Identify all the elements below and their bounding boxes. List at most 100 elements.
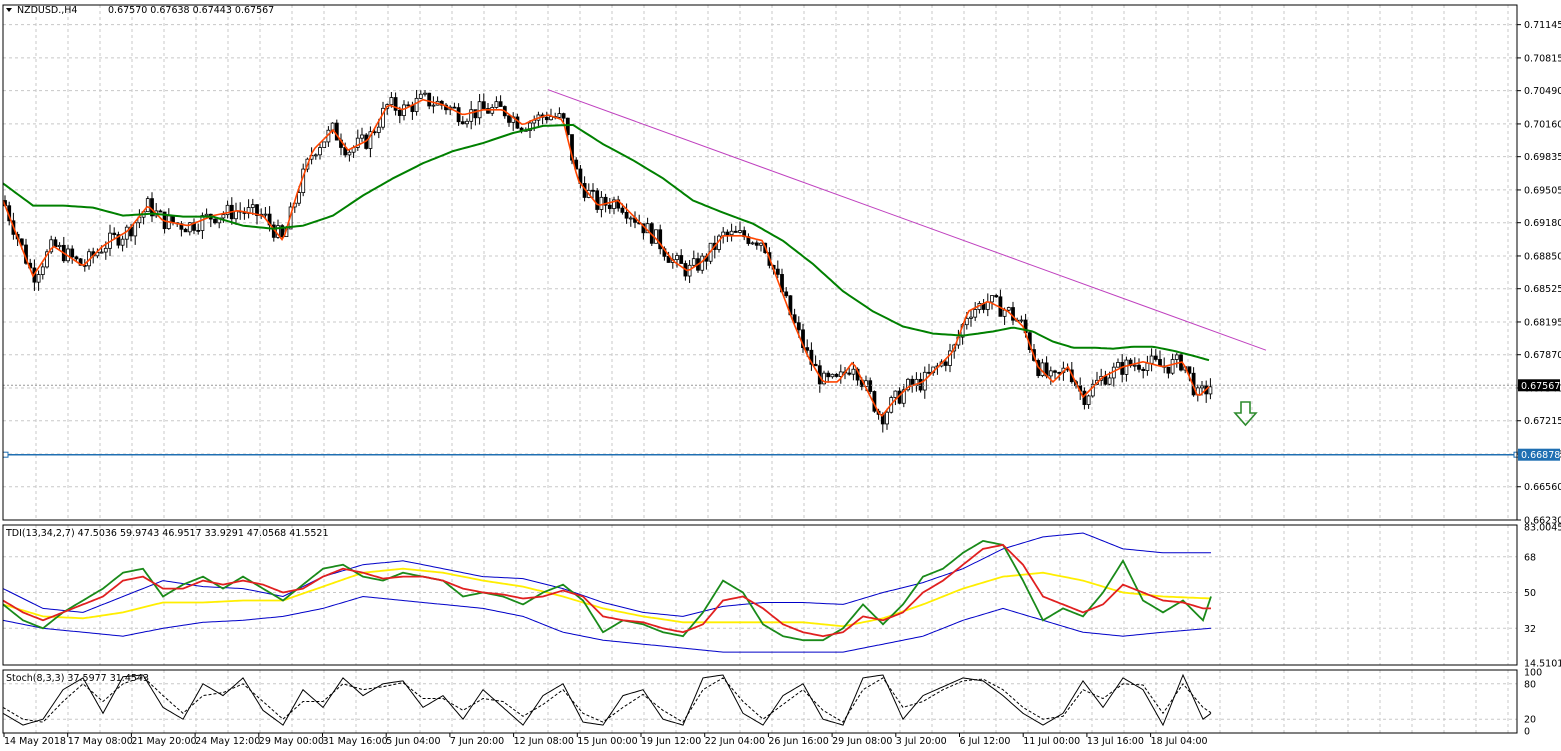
candle-body xyxy=(1002,309,1007,317)
candle-body xyxy=(74,256,79,260)
candle-body xyxy=(750,242,755,245)
price-tick-label: 0.68195 xyxy=(1524,317,1561,328)
time-tick-label: 5 Jun 04:00 xyxy=(386,736,440,747)
candle-body xyxy=(414,97,419,112)
candle-body xyxy=(1124,359,1129,375)
candle-body xyxy=(561,113,566,119)
price-tick-label: 0.67215 xyxy=(1524,416,1561,427)
candle-body xyxy=(406,104,411,107)
price-tick-label: 0.66560 xyxy=(1524,482,1561,493)
candle-body xyxy=(1019,319,1024,322)
candle-body xyxy=(1208,386,1213,395)
candle-body xyxy=(372,131,377,134)
candle-body xyxy=(1141,368,1146,371)
candle-body xyxy=(431,104,436,107)
candle-body xyxy=(250,204,255,208)
candle-body xyxy=(70,248,75,258)
candle-body xyxy=(494,101,499,108)
candle-body xyxy=(1170,359,1175,374)
price-tick-label: 0.68525 xyxy=(1524,284,1561,295)
candle-body xyxy=(927,371,931,374)
candle-body xyxy=(124,226,129,240)
candle-body xyxy=(851,368,856,375)
candle-body xyxy=(738,230,742,233)
candle-body xyxy=(620,207,625,213)
candle-body xyxy=(607,204,612,209)
candle-body xyxy=(1082,390,1087,405)
candle-body xyxy=(834,373,839,377)
candle-body xyxy=(469,109,474,122)
candle-body xyxy=(847,372,852,375)
candle-body xyxy=(759,242,763,246)
candle-body xyxy=(985,301,990,310)
time-axis: 14 May 2018 17 May 08:0021 May 20:0024 Ma… xyxy=(3,733,1208,747)
candle-body xyxy=(481,101,486,109)
candle-body xyxy=(754,242,759,246)
price-panel-title: NZDUSD.,H4 xyxy=(17,5,77,16)
time-tick-label: 29 May 00:00 xyxy=(259,736,324,747)
candle-body xyxy=(675,255,679,260)
candle-body xyxy=(360,134,364,139)
candle-body xyxy=(120,238,125,246)
candle-body xyxy=(57,244,62,248)
candle-body xyxy=(427,92,432,107)
svg-text:0.67567: 0.67567 xyxy=(1521,381,1560,392)
candle-body xyxy=(112,232,117,236)
candle-body xyxy=(1116,362,1120,368)
candle-body xyxy=(318,147,322,156)
price-tick-label: 0.70490 xyxy=(1524,86,1561,97)
candle-body xyxy=(885,411,889,425)
candle-body xyxy=(624,211,629,219)
candle-body xyxy=(99,251,104,254)
price-tick-label: 0.69835 xyxy=(1524,152,1561,163)
candle-body xyxy=(1145,362,1150,371)
candle-body xyxy=(1137,364,1141,370)
candle-body xyxy=(313,154,318,157)
candle-body xyxy=(330,122,335,131)
candle-body xyxy=(423,92,427,95)
time-tick-label: 13 Jul 16:00 xyxy=(1087,736,1144,747)
candle-body xyxy=(200,215,205,231)
candle-body xyxy=(557,113,562,118)
candle-body xyxy=(628,217,633,220)
candle-body xyxy=(990,295,994,303)
support-line-handle[interactable] xyxy=(2,451,9,458)
candle-body xyxy=(389,97,394,106)
candle-body xyxy=(725,231,730,236)
candle-body xyxy=(654,229,658,244)
price-tick-label: 0.67870 xyxy=(1524,350,1561,361)
candle-body xyxy=(297,192,301,204)
price-tick-label: 0.70160 xyxy=(1524,119,1561,130)
candle-body xyxy=(1187,366,1192,374)
candle-body xyxy=(784,291,789,297)
candle-body xyxy=(775,268,780,275)
candle-body xyxy=(1132,364,1137,367)
candle-body xyxy=(813,363,818,367)
candle-body xyxy=(1200,385,1204,389)
candle-body xyxy=(544,116,549,121)
candle-body xyxy=(40,266,45,275)
time-tick-label: 14 May 2018 xyxy=(4,736,66,747)
svg-text:0.66878: 0.66878 xyxy=(1521,450,1560,461)
time-tick-label: 22 Jun 04:00 xyxy=(705,736,765,747)
price-tick-label: 0.69180 xyxy=(1524,218,1561,229)
time-tick-label: 3 Jul 20:00 xyxy=(896,736,947,747)
candle-body xyxy=(507,115,511,123)
candle-body xyxy=(196,229,201,232)
tdi-tick-label: 83.0045 xyxy=(1524,523,1561,534)
candle-body xyxy=(796,322,801,331)
tdi-panel-title: TDI(13,34,2,7) 47.5036 59.9743 46.9517 3… xyxy=(5,528,329,539)
time-tick-label: 26 Jun 16:00 xyxy=(768,736,828,747)
price-tick-label: 0.68850 xyxy=(1524,251,1561,262)
candle-body xyxy=(418,93,423,99)
candle-body xyxy=(460,121,465,125)
stoch-tick-label: 100 xyxy=(1524,668,1542,679)
time-tick-label: 15 Jun 00:00 xyxy=(577,736,637,747)
time-tick-label: 31 May 16:00 xyxy=(323,736,388,747)
tdi-tick-label: 68 xyxy=(1524,552,1536,563)
trading-chart[interactable]: 0.71145 0.70815 0.70490 0.70160 0.69835 0.695… xyxy=(0,0,1561,751)
candle-body xyxy=(397,109,402,116)
time-tick-label: 18 Jul 04:00 xyxy=(1151,736,1208,747)
candle-body xyxy=(1153,355,1158,360)
candle-body xyxy=(402,104,406,116)
